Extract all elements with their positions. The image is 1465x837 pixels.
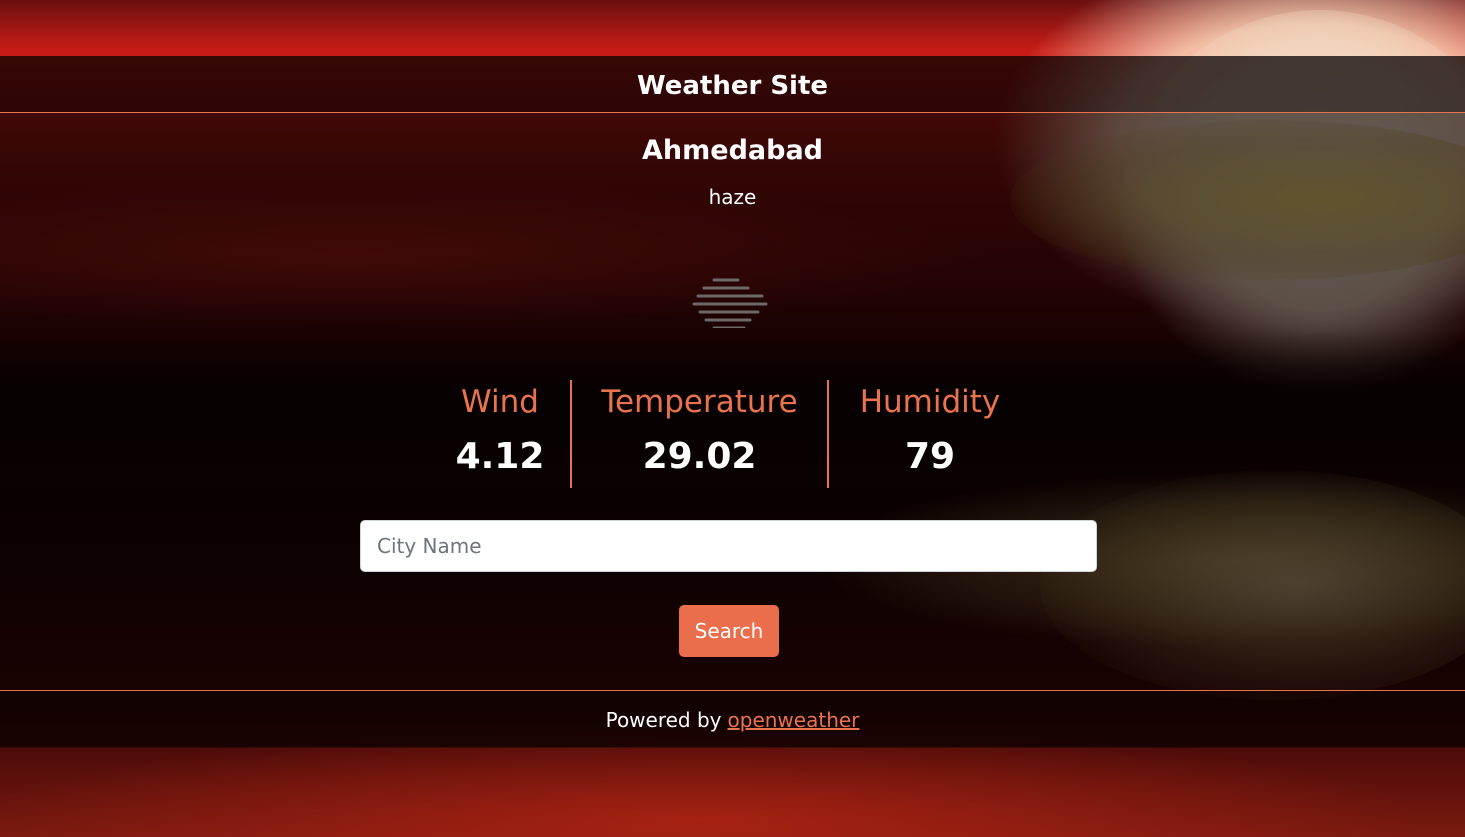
city-name: Ahmedabad	[642, 135, 823, 166]
temperature-label: Temperature	[601, 384, 798, 420]
openweather-link[interactable]: openweather	[728, 708, 860, 732]
site-title: Weather Site	[636, 71, 829, 101]
humidity-stat: Humidity 79	[829, 380, 1031, 488]
haze-icon	[692, 278, 768, 328]
weather-stats: Wind 4.12 Temperature 29.02 Humidity 79	[0, 380, 1465, 488]
city-search-input[interactable]	[360, 520, 1097, 572]
humidity-label: Humidity	[859, 384, 1001, 420]
wind-label: Wind	[461, 384, 539, 420]
search-button[interactable]: Search	[679, 605, 779, 657]
site-header: Weather Site	[0, 56, 1465, 113]
weather-panel: Weather Site Ahmedabad haze Wind 4.12 Te…	[0, 56, 1465, 748]
wind-value: 4.12	[455, 436, 545, 477]
temperature-value: 29.02	[642, 436, 757, 477]
wind-stat: Wind 4.12	[430, 380, 570, 488]
footer-prefix: Powered by	[605, 707, 722, 732]
temperature-stat: Temperature 29.02	[572, 380, 827, 488]
weather-condition: haze	[708, 185, 757, 209]
site-footer: Powered by openweather	[0, 690, 1465, 748]
humidity-value: 79	[904, 436, 956, 477]
